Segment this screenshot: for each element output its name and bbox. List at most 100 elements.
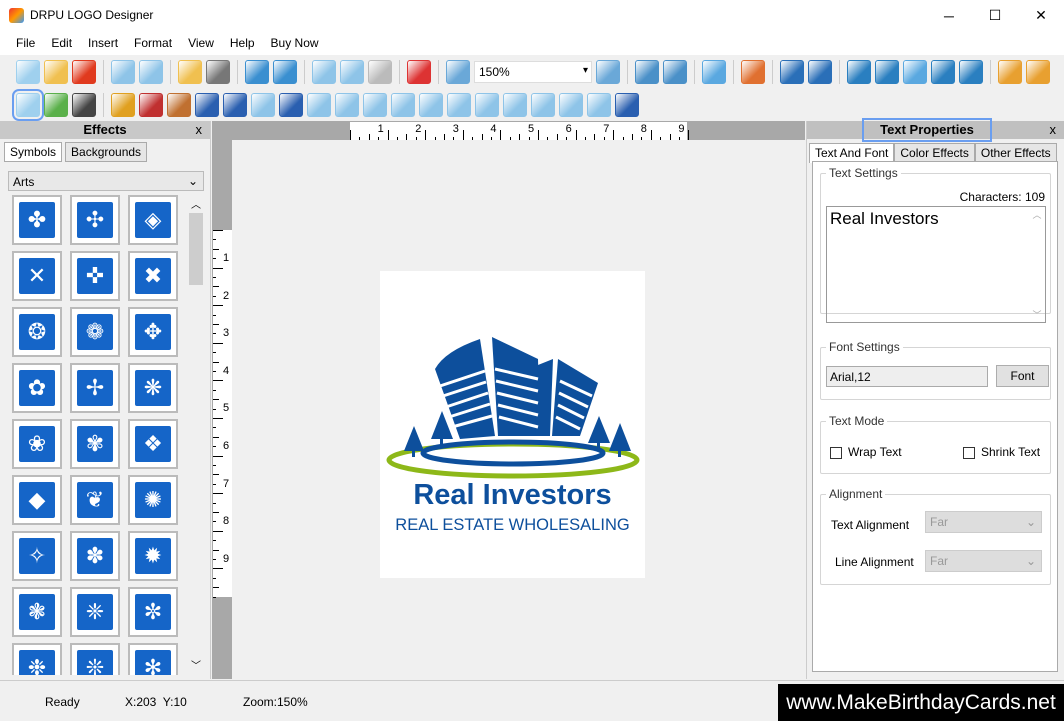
symbol-item[interactable]: ✖	[128, 251, 178, 301]
open-icon[interactable]	[44, 59, 68, 84]
logo-canvas[interactable]: Real Investors REAL ESTATE WHOLESALING	[380, 271, 645, 578]
zoom-dropdown[interactable]: 150%	[474, 60, 592, 83]
menu-edit[interactable]: Edit	[43, 31, 80, 55]
tab-symbols[interactable]: Symbols	[4, 142, 63, 162]
symbol-item[interactable]: ❉	[12, 643, 62, 675]
triangle-up-icon[interactable]	[503, 92, 527, 117]
symbol-item[interactable]: ✥	[128, 307, 178, 357]
rounded-rect-icon[interactable]	[363, 92, 387, 117]
symbol-item[interactable]: ✾	[70, 419, 120, 469]
delete-icon[interactable]	[407, 59, 431, 84]
align-right-icon[interactable]	[875, 59, 899, 84]
symbol-item[interactable]: ❊	[70, 643, 120, 675]
category-dropdown[interactable]: Arts ⌄	[8, 171, 204, 191]
cut-icon[interactable]	[312, 59, 336, 84]
effects-close-button[interactable]: x	[196, 121, 203, 139]
camera-icon[interactable]	[72, 92, 96, 117]
undo-icon[interactable]	[245, 59, 269, 84]
pie-icon[interactable]	[447, 92, 471, 117]
lock-icon[interactable]	[998, 59, 1022, 84]
users-icon[interactable]	[167, 92, 191, 117]
symbol-item[interactable]: ✧	[12, 531, 62, 581]
triangle-left-icon[interactable]	[587, 92, 611, 117]
word-art-icon[interactable]	[195, 92, 219, 117]
symbol-item[interactable]: ✻	[128, 643, 178, 675]
image-tool-icon[interactable]	[44, 92, 68, 117]
fit-icon[interactable]	[663, 59, 687, 84]
signature-icon[interactable]	[223, 92, 247, 117]
minimize-button[interactable]: ─	[926, 0, 972, 31]
font-button[interactable]: Font	[996, 365, 1049, 387]
symbol-item[interactable]: ◆	[12, 475, 62, 525]
symbol-item[interactable]: ✼	[128, 587, 178, 637]
scroll-down-icon[interactable]: ﹀	[188, 657, 204, 672]
font-field[interactable]: Arial,12	[826, 366, 988, 387]
line-alignment-dropdown[interactable]: Far ⌄	[925, 550, 1042, 572]
diamond-icon[interactable]	[391, 92, 415, 117]
rectangle-icon[interactable]	[307, 92, 331, 117]
triangle-right-icon[interactable]	[559, 92, 583, 117]
redo-icon[interactable]	[273, 59, 297, 84]
menu-buy-now[interactable]: Buy Now	[263, 31, 327, 55]
edit-properties-icon[interactable]	[741, 59, 765, 84]
zoom-out-icon[interactable]	[596, 59, 620, 84]
cross-shape-icon[interactable]	[475, 92, 499, 117]
line-icon[interactable]	[279, 92, 303, 117]
canvas-area[interactable]: 1 2 3 4 5 6 7 8 9 1 2 3 4 5 6 7 8 9 Real Investors REAL …	[212, 121, 805, 679]
symbol-item[interactable]: ❈	[70, 587, 120, 637]
text-scrollbar[interactable]: ︿ ﹀	[1030, 208, 1044, 321]
symbol-item[interactable]: ✹	[128, 531, 178, 581]
tab-backgrounds[interactable]: Backgrounds	[65, 142, 148, 162]
zoom-in-icon[interactable]	[446, 59, 470, 84]
print-icon[interactable]	[206, 59, 230, 84]
background-icon[interactable]	[139, 92, 163, 117]
tab-other-effects[interactable]: Other Effects	[974, 143, 1057, 163]
new-icon[interactable]	[16, 59, 40, 84]
shrink-text-checkbox[interactable]: Shrink Text	[963, 445, 1040, 459]
copy-icon[interactable]	[340, 59, 364, 84]
align-top-icon[interactable]	[931, 59, 955, 84]
menu-help[interactable]: Help	[222, 31, 263, 55]
symbol-item[interactable]: ❋	[128, 363, 178, 413]
logo-subtitle[interactable]: REAL ESTATE WHOLESALING	[380, 516, 645, 535]
actual-size-icon[interactable]	[635, 59, 659, 84]
wrap-text-checkbox[interactable]: Wrap Text	[830, 445, 902, 459]
center-icon[interactable]	[903, 59, 927, 84]
watermark-icon[interactable]	[251, 92, 275, 117]
send-back-icon[interactable]	[808, 59, 832, 84]
symbol-item[interactable]: ✜	[70, 251, 120, 301]
symbol-item[interactable]: ❁	[70, 307, 120, 357]
unlock-icon[interactable]	[1026, 59, 1050, 84]
text-tool-icon[interactable]	[12, 88, 44, 121]
save-icon[interactable]	[111, 59, 135, 84]
arc-icon[interactable]	[615, 92, 639, 117]
text-input[interactable]: Real Investors ︿ ﹀	[826, 206, 1046, 323]
align-left-icon[interactable]	[847, 59, 871, 84]
bring-front-icon[interactable]	[780, 59, 804, 84]
paste-icon[interactable]	[368, 59, 392, 84]
export-icon[interactable]	[178, 59, 202, 84]
symbol-item[interactable]: ❃	[12, 587, 62, 637]
menu-view[interactable]: View	[180, 31, 222, 55]
layers-icon[interactable]	[111, 92, 135, 117]
close-file-icon[interactable]	[72, 59, 96, 84]
symbol-item[interactable]: ❂	[12, 307, 62, 357]
menu-file[interactable]: File	[8, 31, 43, 55]
ellipse-icon[interactable]	[335, 92, 359, 117]
symbol-item[interactable]: ✢	[70, 363, 120, 413]
properties-close-button[interactable]: x	[1050, 121, 1057, 139]
grid-icon[interactable]	[702, 59, 726, 84]
close-button[interactable]: ✕	[1018, 0, 1064, 31]
tab-color-effects[interactable]: Color Effects	[894, 143, 975, 163]
menu-insert[interactable]: Insert	[80, 31, 126, 55]
symbol-item[interactable]: ❖	[128, 419, 178, 469]
symbol-item[interactable]: ❀	[12, 419, 62, 469]
symbol-item[interactable]: ✕	[12, 251, 62, 301]
scroll-thumb[interactable]	[189, 213, 203, 285]
star-icon[interactable]	[419, 92, 443, 117]
text-alignment-dropdown[interactable]: Far ⌄	[925, 511, 1042, 533]
scroll-up-icon[interactable]: ︿	[188, 196, 204, 211]
symbol-item[interactable]: ✺	[128, 475, 178, 525]
tab-text-and-font[interactable]: Text And Font	[809, 143, 895, 163]
align-bottom-icon[interactable]	[959, 59, 983, 84]
